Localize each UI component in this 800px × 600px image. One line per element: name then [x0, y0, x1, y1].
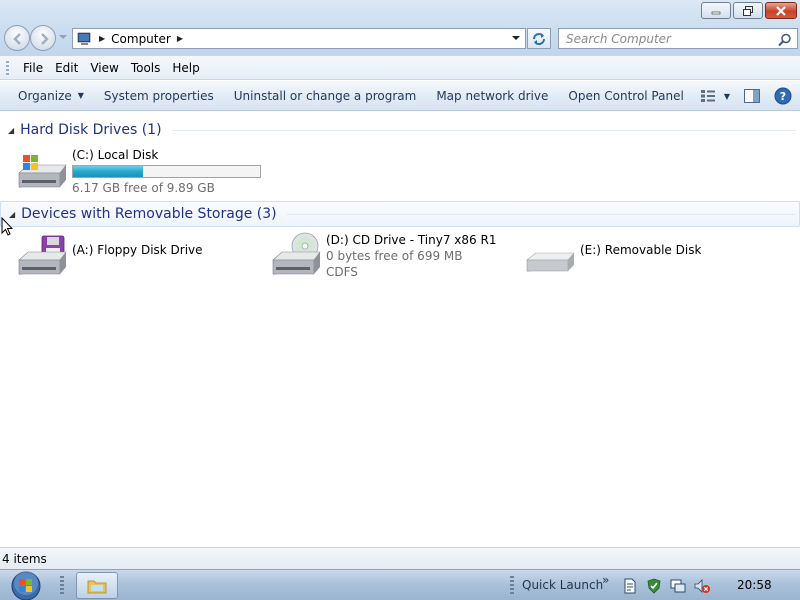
drive-e-text: (E:) Removable Disk	[580, 234, 701, 282]
open-control-panel-label: Open Control Panel	[568, 88, 684, 103]
minimize-button[interactable]	[701, 2, 731, 19]
restore-button[interactable]	[733, 2, 763, 19]
back-arrow-icon	[13, 33, 21, 45]
view-options-icon	[700, 90, 715, 102]
quick-launch-chevron-icon[interactable]: »	[602, 573, 609, 587]
quick-launch-toolbar[interactable]: Quick Launch	[522, 578, 603, 592]
drive-c-capacity-bar	[72, 165, 261, 178]
drive-e[interactable]: (E:) Removable Disk	[524, 234, 701, 282]
drive-a[interactable]: (A:) Floppy Disk Drive	[16, 234, 203, 282]
status-bar: 4 items	[0, 547, 800, 569]
menu-tools[interactable]: Tools	[125, 61, 167, 75]
drive-d[interactable]: (D:) CD Drive - Tiny7 x86 R1 0 bytes fre…	[270, 232, 496, 280]
security-shield-icon[interactable]	[646, 578, 662, 594]
taskbar-explorer-button[interactable]	[76, 572, 118, 599]
drive-c-text: (C:) Local Disk 6.17 GB free of 9.89 GB	[72, 147, 261, 196]
document-tray-icon[interactable]	[622, 578, 638, 594]
drive-d-free-space: 0 bytes free of 699 MB	[326, 249, 463, 263]
start-button[interactable]	[6, 570, 46, 600]
group-header-removable[interactable]: ◢ Devices with Removable Storage (3)	[0, 201, 800, 227]
group-header-hard-disks[interactable]: ◢ Hard Disk Drives (1)	[0, 118, 800, 142]
map-network-drive-label: Map network drive	[436, 88, 549, 103]
breadcrumb-separator-icon[interactable]: ▶	[99, 34, 105, 43]
menu-file[interactable]: File	[17, 61, 49, 75]
drive-d-text: (D:) CD Drive - Tiny7 x86 R1 0 bytes fre…	[326, 232, 496, 280]
mouse-pointer-icon	[1, 217, 13, 236]
window-chrome: ▶ Computer ▶ Search Computer	[0, 0, 800, 56]
organize-label: Organize	[18, 88, 72, 103]
taskbar-grip-icon[interactable]	[510, 576, 514, 594]
back-button[interactable]	[4, 25, 30, 51]
explorer-folder-icon	[87, 580, 107, 593]
system-properties-label: System properties	[103, 88, 214, 103]
forward-button[interactable]	[30, 25, 56, 51]
group-title-removable: Devices with Removable Storage (3)	[21, 206, 277, 222]
breadcrumb-computer[interactable]: Computer	[111, 32, 171, 46]
drive-c-free-space: 6.17 GB free of 9.89 GB	[72, 181, 215, 195]
window-controls	[701, 2, 797, 19]
map-network-drive-button[interactable]: Map network drive	[426, 81, 558, 111]
address-bar[interactable]: ▶ Computer ▶	[72, 28, 526, 49]
menu-help[interactable]: Help	[166, 61, 205, 75]
minimize-icon	[711, 11, 721, 14]
taskbar: Quick Launch » 20:58	[0, 569, 800, 600]
cd-drive-icon	[272, 232, 321, 275]
drive-a-name: (A:) Floppy Disk Drive	[72, 243, 203, 257]
menu-bar: File Edit View Tools Help	[0, 56, 800, 80]
local-disk-icon	[18, 155, 67, 188]
drive-d-filesystem: CDFS	[326, 265, 358, 279]
restore-icon	[743, 5, 753, 16]
network-icon[interactable]	[670, 578, 686, 594]
help-icon[interactable]: ?	[774, 87, 792, 105]
chevron-down-icon: ▼	[77, 91, 84, 100]
system-clock[interactable]: 20:58	[737, 578, 772, 592]
close-button[interactable]	[765, 2, 797, 19]
recent-pages-dropdown-icon[interactable]	[58, 34, 68, 40]
command-bar: Organize ▼ System properties Uninstall o…	[0, 81, 800, 111]
computer-icon	[77, 32, 91, 45]
group-title-hard-disks: Hard Disk Drives (1)	[20, 122, 162, 138]
drive-a-text: (A:) Floppy Disk Drive	[72, 234, 203, 282]
svg-text:?: ?	[780, 90, 786, 103]
forward-arrow-icon	[41, 33, 49, 45]
preview-pane-icon[interactable]	[744, 89, 760, 103]
view-dropdown-icon: ▼	[723, 91, 730, 101]
search-icon[interactable]	[778, 33, 792, 47]
organize-button[interactable]: Organize ▼	[0, 81, 94, 111]
volume-muted-icon[interactable]	[694, 578, 710, 594]
refresh-icon	[533, 32, 545, 45]
close-icon	[776, 5, 786, 16]
drive-c[interactable]: (C:) Local Disk 6.17 GB free of 9.89 GB	[16, 147, 261, 196]
menu-view[interactable]: View	[84, 61, 124, 75]
removable-disk-icon	[526, 252, 575, 272]
command-bar-right: ▼ ?	[700, 81, 792, 111]
drive-d-name: (D:) CD Drive - Tiny7 x86 R1	[326, 233, 497, 247]
taskbar-grip-icon[interactable]	[60, 576, 64, 594]
open-control-panel-button[interactable]: Open Control Panel	[558, 81, 693, 111]
group-divider	[286, 213, 795, 215]
search-placeholder: Search Computer	[566, 31, 671, 46]
floppy-drive-icon	[18, 235, 67, 275]
content-area: ◢ Hard Disk Drives (1) (C:) Local Disk 6…	[0, 112, 800, 546]
collapse-triangle-icon[interactable]: ◢	[8, 126, 14, 135]
drive-e-name: (E:) Removable Disk	[580, 243, 702, 257]
system-properties-button[interactable]: System properties	[94, 81, 224, 111]
uninstall-button[interactable]: Uninstall or change a program	[224, 81, 427, 111]
drive-c-capacity-fill	[73, 166, 144, 177]
search-input[interactable]: Search Computer	[558, 28, 798, 49]
menu-grip-icon	[6, 60, 9, 75]
group-divider	[171, 129, 796, 131]
refresh-button[interactable]	[527, 28, 551, 49]
uninstall-label: Uninstall or change a program	[233, 88, 417, 103]
breadcrumb-separator-icon[interactable]: ▶	[177, 34, 183, 43]
drive-c-name: (C:) Local Disk	[72, 148, 159, 162]
item-count: 4 items	[2, 551, 47, 566]
address-history-dropdown-icon[interactable]	[511, 34, 521, 42]
change-view-button[interactable]: ▼	[700, 89, 730, 103]
menu-edit[interactable]: Edit	[49, 61, 84, 75]
